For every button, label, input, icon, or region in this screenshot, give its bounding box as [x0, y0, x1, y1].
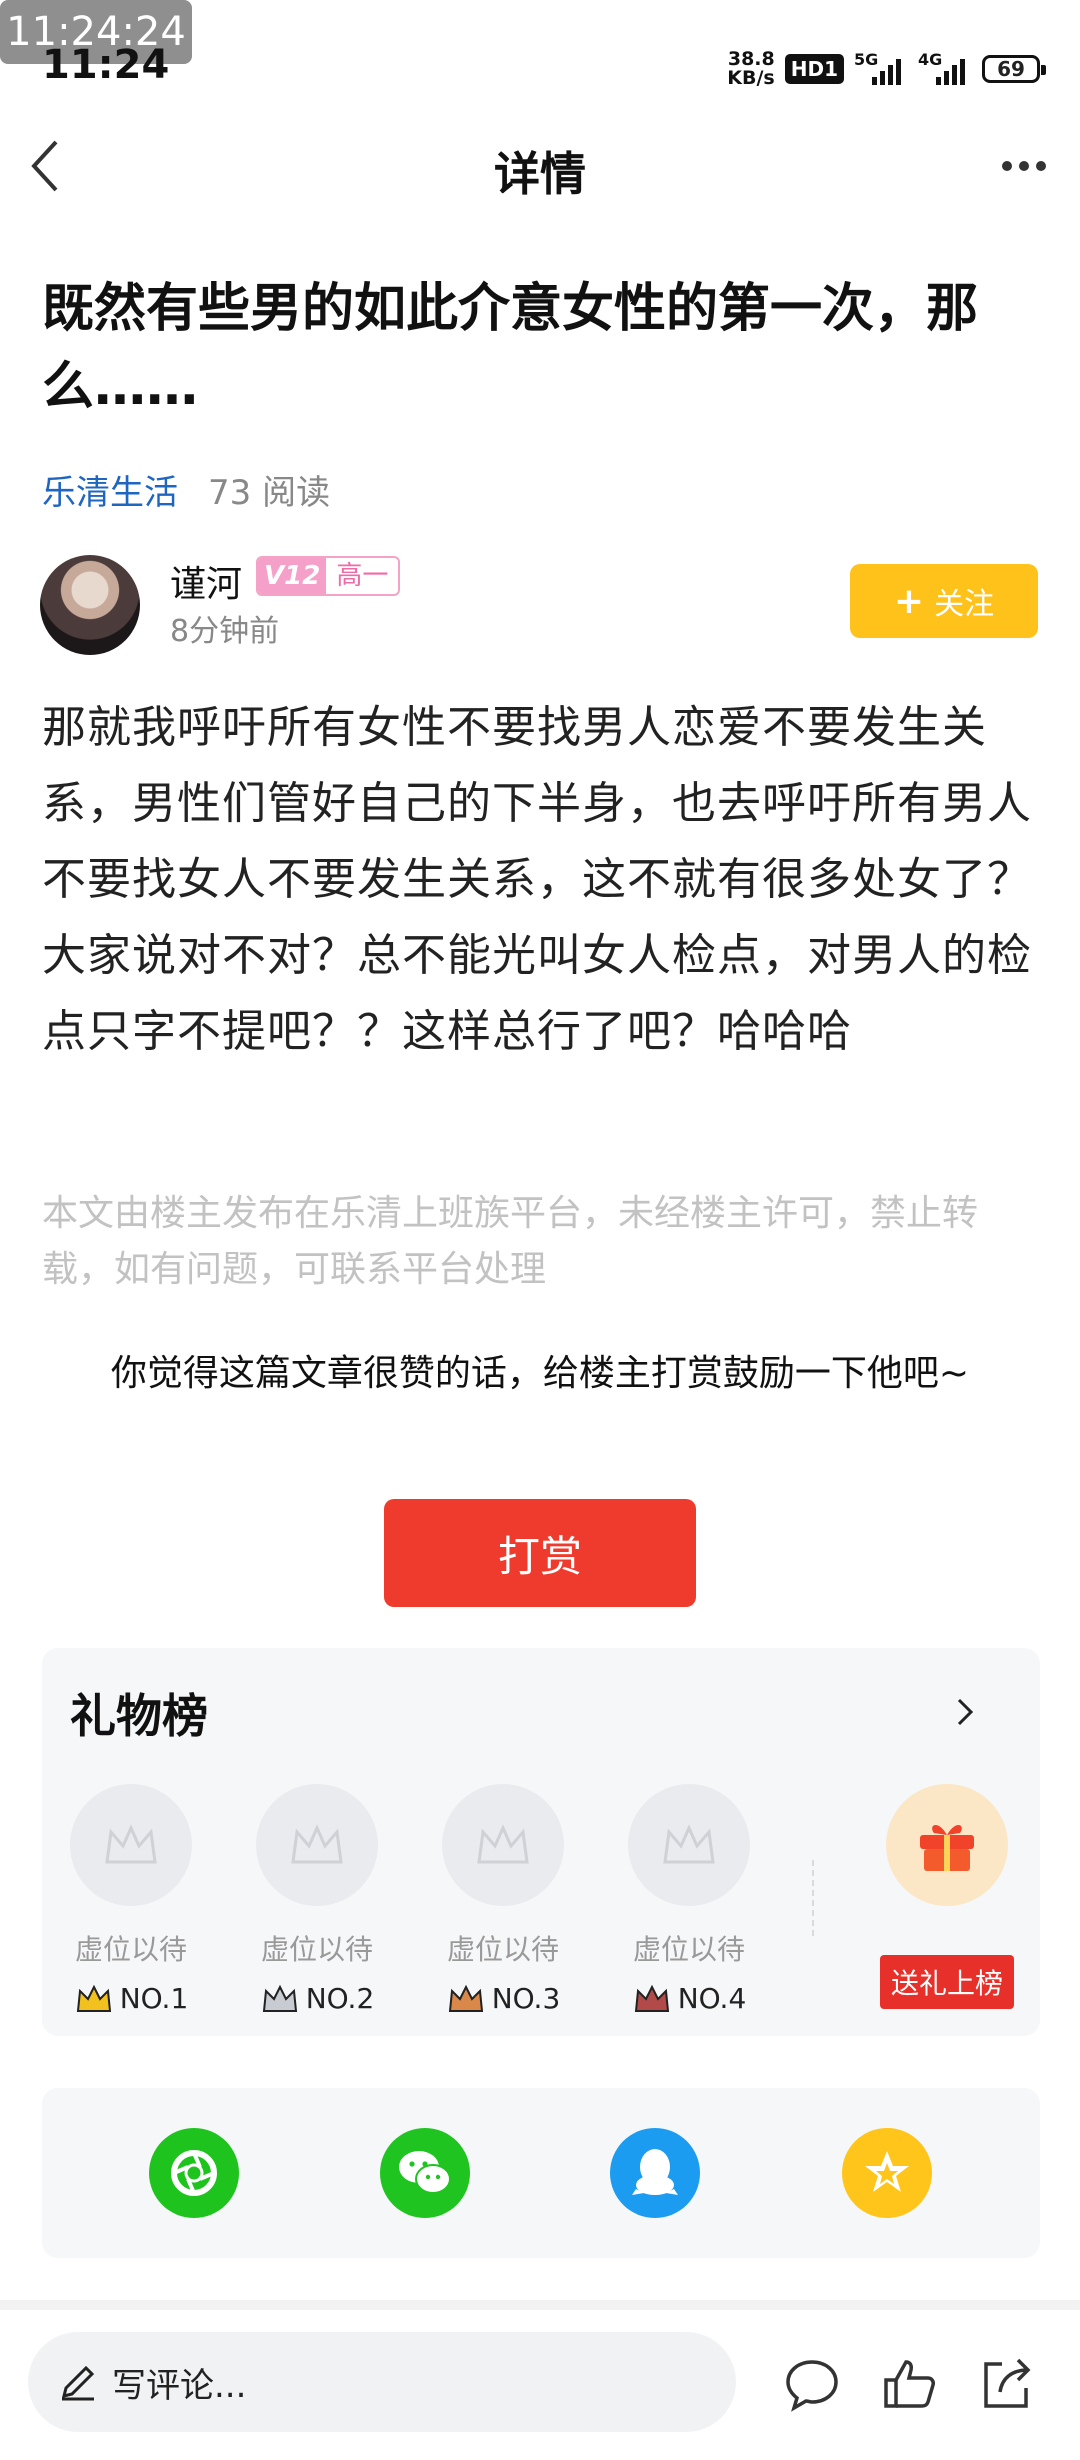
- crown-placeholder-icon: [663, 1824, 715, 1864]
- send-gift-button[interactable]: 送礼上榜: [880, 1955, 1014, 2009]
- gift-board-more-button[interactable]: [950, 1692, 980, 1732]
- author-name[interactable]: 谨河: [170, 555, 242, 607]
- status-icons: 38.8 KB/s HD1 5G 4G 69: [727, 44, 1046, 94]
- hd-badge: HD1: [784, 54, 844, 84]
- status-time: 11:24: [42, 42, 170, 88]
- favorite-button[interactable]: [842, 2128, 932, 2218]
- gift-slot-2[interactable]: 虚位以待 NO.2: [256, 1784, 378, 2015]
- crown-placeholder-icon: [105, 1824, 157, 1864]
- gift-divider: [812, 1860, 814, 1936]
- crown-gold-icon: [76, 1984, 111, 2012]
- article-body: 那就我呼吁所有女性不要找男人恋爱不要发生关系，男性们管好自己的下半身，也去呼吁所…: [42, 702, 1032, 1057]
- crown-placeholder-icon: [291, 1824, 343, 1864]
- more-button[interactable]: [994, 146, 1054, 186]
- crown-silver-icon: [262, 1984, 297, 2012]
- gift-slot-4[interactable]: 虚位以待 NO.4: [628, 1784, 750, 2015]
- favorite-star-icon: [865, 2151, 909, 2192]
- avatar[interactable]: [40, 555, 140, 655]
- page-title: 详情: [494, 147, 586, 201]
- comment-bubble-icon: [786, 2360, 838, 2412]
- gift-slot-3[interactable]: 虚位以待 NO.3: [442, 1784, 564, 2015]
- gift-board-title: 礼物榜: [70, 1689, 208, 1743]
- share-button[interactable]: [976, 2354, 1036, 2414]
- gift-slot-1[interactable]: 虚位以待 NO.1: [70, 1784, 192, 2015]
- svg-text:5G: 5G: [854, 51, 878, 69]
- article-title: 既然有些男的如此介意女性的第一次，那么……: [42, 279, 979, 417]
- post-time: 8分钟前: [170, 614, 280, 649]
- signal-4g-icon: 4G: [918, 51, 965, 85]
- gift-box-button[interactable]: [886, 1784, 1008, 1906]
- follow-button[interactable]: + 关注: [850, 564, 1038, 638]
- comment-button[interactable]: [782, 2354, 842, 2414]
- comment-input[interactable]: 写评论...: [28, 2332, 736, 2432]
- moments-icon: [171, 2150, 217, 2196]
- svg-text:4G: 4G: [918, 51, 942, 69]
- signal-5g-icon: 5G: [854, 51, 901, 85]
- reward-button[interactable]: 打赏: [384, 1499, 696, 1607]
- crown-placeholder-icon: [477, 1824, 529, 1864]
- channel-link[interactable]: 乐清生活: [42, 465, 178, 514]
- more-dots-icon: [1002, 161, 1012, 171]
- gift-box-icon: [920, 1824, 974, 1871]
- net-speed: 38.8 KB/s: [727, 48, 775, 89]
- thumbs-up-icon: [884, 2360, 935, 2408]
- qq-icon: [632, 2149, 678, 2195]
- pen-icon: [61, 2365, 95, 2401]
- share-moments-button[interactable]: [149, 2128, 239, 2218]
- crown-red-icon: [634, 1984, 669, 2012]
- crown-bronze-icon: [448, 1984, 483, 2012]
- article-meta: 乐清生活 73 阅读: [42, 465, 330, 514]
- like-button[interactable]: [880, 2354, 940, 2414]
- battery-icon: 69: [982, 55, 1046, 83]
- share-icon: [984, 2358, 1031, 2408]
- read-count: 73 阅读: [208, 473, 331, 513]
- bottom-separator: [0, 2300, 1080, 2310]
- share-qq-button[interactable]: [610, 2128, 700, 2218]
- copyright-notice: 本文由楼主发布在乐清上班族平台，未经楼主许可，禁止转载，如有问题，可联系平台处理: [42, 1193, 979, 1290]
- wechat-icon: [399, 2151, 451, 2194]
- reward-prompt: 你觉得这篇文章很赞的话，给楼主打赏鼓励一下他吧~: [110, 1353, 970, 1394]
- plus-icon: +: [893, 580, 925, 622]
- share-wechat-button[interactable]: [380, 2128, 470, 2218]
- vip-level-badge: V12 高一: [256, 556, 401, 596]
- chevron-right-icon: [957, 1698, 974, 1726]
